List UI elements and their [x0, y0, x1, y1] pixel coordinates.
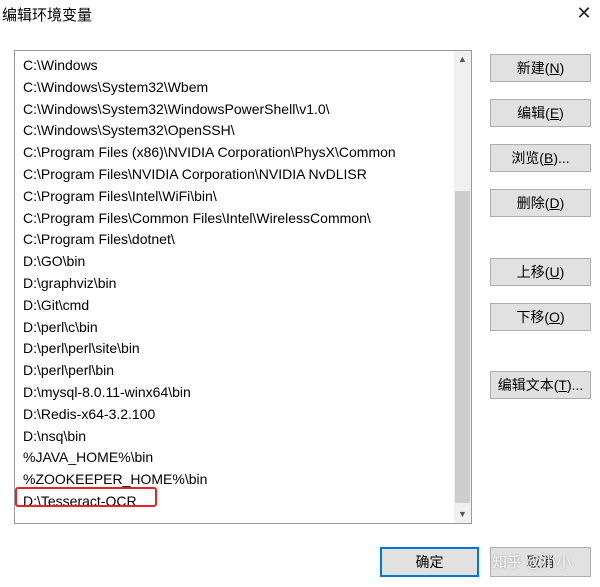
move-up-button-key: U [549, 264, 560, 280]
move-down-button-key: O [549, 309, 560, 325]
move-up-button-label: 上移( [516, 264, 550, 280]
path-list-item[interactable]: C:\Windows\System32\Wbem [15, 77, 453, 99]
path-list-item[interactable]: C:\Program Files\Intel\WiFi\bin\ [15, 186, 453, 208]
edit-text-button-end: )... [566, 377, 584, 393]
delete-button[interactable]: 删除(D) [490, 189, 591, 217]
path-list-item[interactable]: C:\Windows\System32\OpenSSH\ [15, 120, 453, 142]
path-list-item[interactable]: D:\perl\perl\site\bin [15, 338, 453, 360]
browse-button-end: )... [553, 150, 570, 166]
path-list-item[interactable]: %JAVA_HOME%\bin [15, 447, 453, 469]
window-title: 编辑环境变量 [2, 7, 93, 24]
path-list-item[interactable]: D:\Tesseract-OCR [15, 491, 453, 513]
edit-button-key: E [549, 105, 560, 121]
close-icon[interactable]: ✕ [572, 2, 596, 24]
path-list-item[interactable]: C:\Program Files (x86)\NVIDIA Corporatio… [15, 142, 453, 164]
new-button[interactable]: 新建(N) [490, 54, 591, 82]
edit-button-end: ) [559, 105, 564, 121]
ok-button[interactable]: 确定 [380, 547, 479, 577]
new-button-label: 新建( [516, 60, 550, 76]
scroll-thumb[interactable] [455, 191, 470, 503]
edit-button-label: 编辑( [517, 105, 550, 121]
move-down-button[interactable]: 下移(O) [490, 303, 591, 331]
path-list-item[interactable]: D:\Git\cmd [15, 295, 453, 317]
path-list-item[interactable]: C:\Windows\System32\WindowsPowerShell\v1… [15, 99, 453, 121]
path-list-item[interactable]: C:\Windows [15, 55, 453, 77]
path-list-item[interactable]: D:\GO\bin [15, 251, 453, 273]
new-button-end: ) [559, 60, 565, 76]
new-button-key: N [549, 60, 560, 76]
cancel-button[interactable]: 取消 [490, 547, 591, 577]
path-list-item[interactable]: C:\Program Files\Common Files\Intel\Wire… [15, 208, 453, 230]
browse-button-key: B [543, 150, 554, 166]
path-list-item[interactable]: D:\perl\perl\bin [15, 360, 453, 382]
delete-button-label: 删除( [516, 195, 550, 211]
title-bar: 编辑环境变量 ✕ [0, 0, 600, 28]
path-list-box[interactable]: C:\Windows C:\Windows\System32\Wbem C:\Win… [14, 50, 472, 524]
edit-text-button-label: 编辑文本( [497, 377, 559, 393]
path-list[interactable]: C:\Windows C:\Windows\System32\Wbem C:\Win… [15, 55, 453, 513]
move-down-button-label: 下移( [516, 309, 550, 325]
path-list-item[interactable]: D:\nsq\bin [15, 426, 453, 448]
delete-button-key: D [549, 195, 560, 211]
path-list-item[interactable]: C:\Program Files\NVIDIA Corporation\NVID… [15, 164, 453, 186]
delete-button-end: ) [559, 195, 565, 211]
path-list-item[interactable]: C:\Program Files\dotnet\ [15, 229, 453, 251]
browse-button-label: 浏览( [511, 150, 544, 166]
scroll-up-arrow-icon[interactable]: ▲ [454, 51, 471, 68]
path-list-item[interactable]: D:\Redis-x64-3.2.100 [15, 404, 453, 426]
scroll-down-arrow-icon[interactable]: ▼ [454, 506, 471, 523]
vertical-scrollbar[interactable]: ▲ ▼ [454, 51, 471, 523]
path-list-item[interactable]: D:\perl\c\bin [15, 317, 453, 339]
move-down-button-end: ) [559, 309, 565, 325]
edit-text-button[interactable]: 编辑文本(T)... [490, 371, 591, 399]
edit-text-button-key: T [558, 377, 567, 393]
browse-button[interactable]: 浏览(B)... [490, 144, 591, 172]
path-list-item[interactable]: %ZOOKEEPER_HOME%\bin [15, 469, 453, 491]
path-list-item[interactable]: D:\mysql-8.0.11-winx64\bin [15, 382, 453, 404]
move-up-button-end: ) [559, 264, 565, 280]
move-up-button[interactable]: 上移(U) [490, 258, 591, 286]
edit-button[interactable]: 编辑(E) [490, 99, 591, 127]
path-list-item[interactable]: D:\graphviz\bin [15, 273, 453, 295]
